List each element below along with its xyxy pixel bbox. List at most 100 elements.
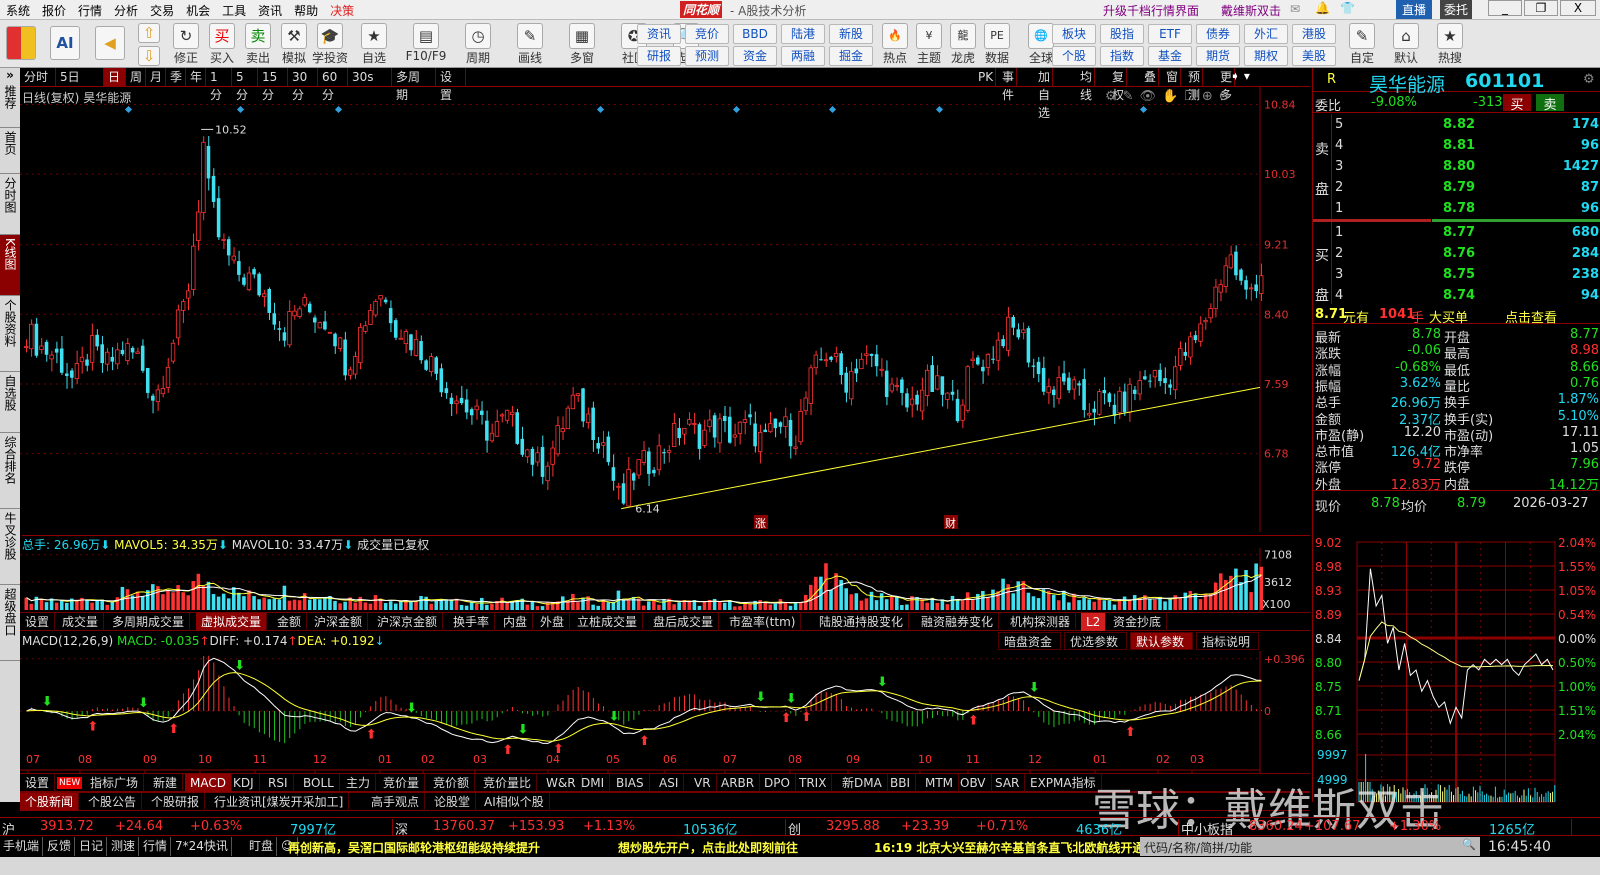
settings-icon[interactable]: ⚙ (1583, 72, 1595, 87)
period-tab[interactable]: 周 (126, 68, 146, 86)
market-button[interactable]: 外汇 (1244, 24, 1288, 44)
indicator-tab[interactable]: 竞价量比 (478, 774, 538, 792)
status-button[interactable]: 7*24快讯 (172, 837, 232, 856)
quick-button[interactable]: 资讯 (637, 24, 681, 44)
indicator-tab[interactable]: TRIX (794, 774, 833, 792)
down-button[interactable]: ⇩ (138, 46, 160, 66)
period-tab[interactable]: 5日 (56, 68, 104, 86)
market-button[interactable]: 基金 (1148, 46, 1192, 66)
news-tab[interactable]: 个股研报 (146, 793, 206, 811)
quick-button[interactable]: 研报 (637, 46, 681, 66)
indicator-tab[interactable]: MACD (185, 774, 232, 792)
indicator-tab[interactable]: 竞价量 (378, 774, 426, 792)
toolbar-button[interactable]: ★ 自选 (348, 23, 400, 66)
volume-tab[interactable]: 沪深金额 (309, 613, 369, 631)
sell-button[interactable]: 卖 (1536, 94, 1564, 113)
quick-button[interactable]: 掘金 (829, 46, 873, 66)
toolbar-button[interactable]: ↻ 修正 (168, 23, 204, 66)
indicator-tab[interactable]: OBV (955, 774, 992, 792)
macd-option-button[interactable]: 优选参数 (1064, 632, 1127, 650)
buy-button[interactable]: 买 (1503, 94, 1531, 113)
news-tab[interactable]: 个股公告 (83, 793, 143, 811)
volume-tab[interactable]: 资金抄底 (1108, 613, 1168, 631)
left-nav-item[interactable]: K线图 (0, 235, 20, 296)
indicator-tab[interactable]: BOLL (298, 774, 340, 792)
volume-tab[interactable]: 金额 (272, 613, 308, 631)
chart-tool-button[interactable]: PK (976, 68, 997, 86)
promo-upgrade-link[interactable]: 升级千档行情界面 (1103, 2, 1199, 19)
indicator-tab[interactable]: ARBR (716, 774, 761, 792)
kline-chart[interactable]: 10.84 10.03 9.21 8.40 7.59 6.78 10.52 6.14 涨 财 (20, 87, 1312, 532)
market-button[interactable]: 期货 (1196, 46, 1240, 66)
menu-item[interactable]: 机会 (180, 0, 216, 19)
toolbar-button[interactable]: ✎ 自定 (1340, 23, 1384, 66)
ai-button[interactable]: AI (50, 26, 80, 60)
toolbar-button[interactable]: ⚒ 模拟 (276, 23, 312, 66)
volume-tab[interactable]: 虚拟成交量 (196, 613, 268, 631)
layout-button[interactable] (6, 26, 36, 60)
close-button[interactable]: X (1560, 0, 1596, 16)
news-tab[interactable]: 高手观点 (366, 793, 426, 811)
toolbar-button[interactable]: ✎ 画线 (504, 23, 556, 66)
bid-level-row[interactable]: 1 8.77 680 (1313, 224, 1600, 242)
intraday-chart[interactable]: 9.02 2.04% 8.98 1.55% 8.93 1.05% 8.89 0.54% 8.84… (1313, 534, 1600, 804)
indicator-tab[interactable]: BBI (885, 774, 917, 792)
up-button[interactable]: ⇧ (138, 23, 160, 43)
toolbar-button[interactable]: ▤ F10/F9 (400, 23, 452, 63)
toolbar-button[interactable]: 买买入 (204, 23, 240, 66)
ask-level-row[interactable]: 1 8.78 96 (1313, 200, 1600, 218)
shirt-icon[interactable]: 👕 (1340, 1, 1355, 15)
volume-tab[interactable]: 立桩成交量 (572, 613, 644, 631)
indicator-tab[interactable]: KDJ (228, 774, 260, 792)
period-tab[interactable]: 分时 (20, 68, 56, 86)
period-tab[interactable]: 日 (104, 68, 126, 86)
toolbar-button[interactable]: 🔥 热点 (878, 23, 912, 66)
indicator-tab[interactable]: EXPMA指标 (1025, 774, 1102, 792)
status-button[interactable]: 手机端 (0, 837, 44, 856)
volume-tab[interactable]: 机构探测器 (1005, 613, 1077, 631)
ask-level-row[interactable]: 3 8.80 1427 (1313, 158, 1600, 176)
macd-option-button[interactable]: 暗盘资金 (998, 632, 1061, 650)
status-button[interactable]: 日记 (76, 837, 108, 856)
volume-tab[interactable]: 融资融券变化 (916, 613, 1000, 631)
volume-tab[interactable]: 外盘 (535, 613, 571, 631)
indicator-tab[interactable]: DPO (759, 774, 796, 792)
period-tab[interactable]: 季 (166, 68, 186, 86)
news-ticker-item[interactable]: 想炒股先开户，点击此处即刻前往 (618, 839, 798, 856)
indicator-tab[interactable]: RSI (263, 774, 294, 792)
indicator-tab[interactable]: 新建 (148, 774, 184, 792)
news-tab[interactable]: 论股堂 (429, 793, 477, 811)
news-tab[interactable]: 个股新闻 (20, 793, 80, 811)
status-button[interactable]: 测速 (108, 837, 140, 856)
menu-item[interactable]: 工具 (216, 0, 252, 19)
volume-tab[interactable]: L2 (1081, 613, 1107, 631)
indicator-tab[interactable]: 主力 (341, 774, 377, 792)
market-button[interactable]: 港股 (1292, 24, 1336, 44)
market-button[interactable]: 美股 (1292, 46, 1336, 66)
news-ticker-item[interactable]: 16:19 北京大兴至赫尔辛基首条直飞北欧航线开通 (874, 839, 1144, 856)
toolbar-button[interactable]: ▦ 多窗 (556, 23, 608, 66)
search-icon[interactable]: 🔍 (1462, 838, 1476, 851)
left-nav-item[interactable]: 自选股 (0, 372, 20, 433)
news-tab[interactable]: AI相似个股 (479, 793, 550, 811)
volume-tab[interactable]: 内盘 (498, 613, 534, 631)
news-tab[interactable]: 行业资讯[煤炭开采加工] (209, 793, 350, 811)
expand-icon[interactable]: » (0, 68, 20, 82)
market-button[interactable]: 指数 (1100, 46, 1144, 66)
toolbar-button[interactable]: ¥ 主题 (912, 23, 946, 66)
chart-tool-button[interactable]: 预测 (1186, 68, 1204, 102)
chart-tool-button[interactable]: 窗 (1164, 68, 1182, 86)
quick-button[interactable]: 资金 (733, 46, 777, 66)
volume-tab[interactable]: 成交量 (57, 613, 105, 631)
period-tab[interactable]: 设置 (436, 68, 466, 102)
bid-level-row[interactable]: 2 8.76 284 (1313, 245, 1600, 263)
index-quote[interactable]: 中小板指 8360.24 +107.67 +1.30% 1265亿 (1179, 819, 1572, 838)
mail-icon[interactable]: ✉ (1290, 2, 1300, 16)
restore-button[interactable]: ❐ (1524, 0, 1558, 16)
period-tab[interactable]: 5分 (232, 68, 258, 102)
quick-button[interactable]: BBD (733, 24, 777, 44)
view-detail-link[interactable]: 点击查看 (1505, 307, 1557, 326)
news-ticker-item[interactable]: 再创新高，吴滘口国际邮轮港枢纽能级持续提升 (288, 839, 540, 856)
index-quote[interactable]: 沪 3913.72 +24.64 +0.63% 7997亿 (0, 819, 393, 838)
promo-davis-link[interactable]: 戴维斯双击 (1221, 2, 1281, 19)
